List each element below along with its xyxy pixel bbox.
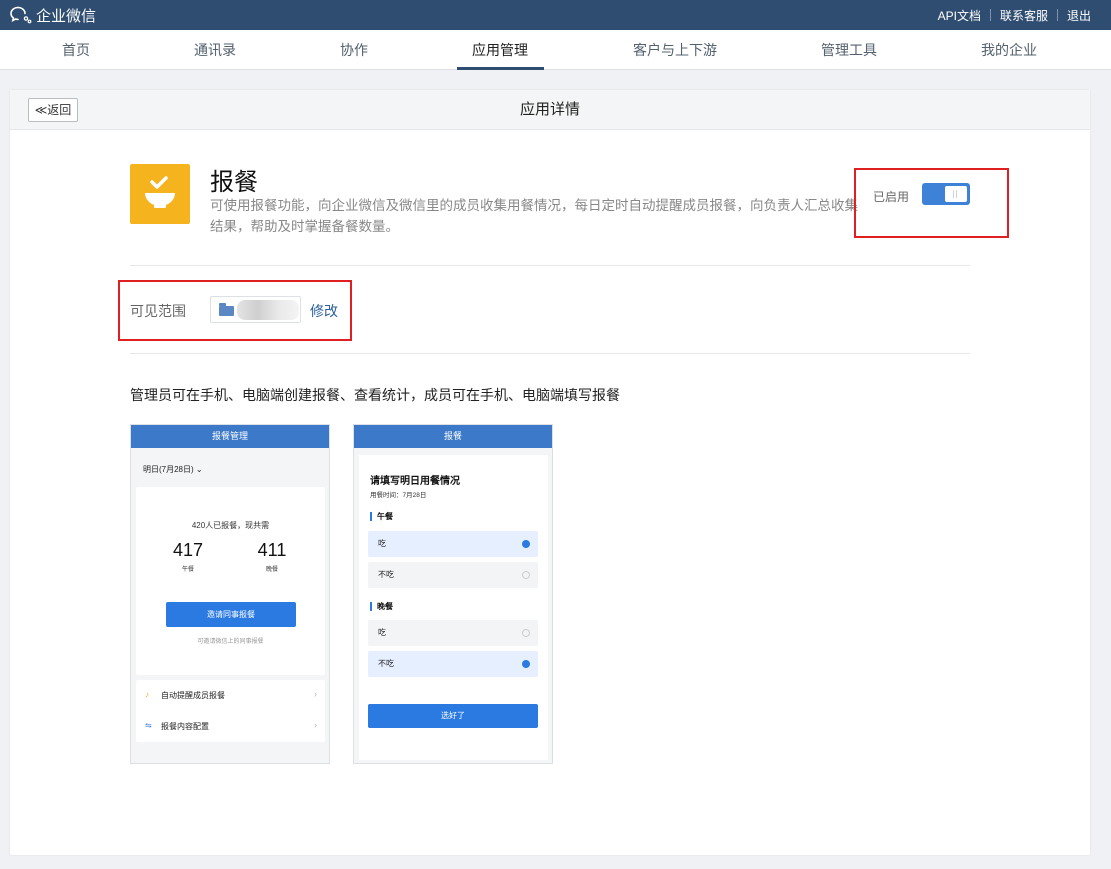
contact-support-link[interactable]: 联系客服 xyxy=(1000,7,1048,24)
preview-form-panel: 请填写明日用餐情况 用餐时间：7月28日 午餐 吃 不吃 晚餐 吃 不吃 选好了 xyxy=(359,455,548,760)
meal-bowl-icon xyxy=(130,164,190,224)
highlight-box-scope xyxy=(118,280,352,341)
chevron-right-icon: › xyxy=(314,689,317,699)
option-label: 吃 xyxy=(378,539,386,548)
sliders-icon: ⇋ xyxy=(145,721,152,730)
admin-preview: 报餐管理 明日(7月28日) ⌄ 420人已报餐，现共需 417 411 午餐 … xyxy=(130,424,330,764)
list-item: ⇋ 报餐内容配置 › xyxy=(136,711,325,742)
preview-menu: ♪ 自动提醒成员报餐 › ⇋ 报餐内容配置 › xyxy=(136,680,325,742)
feature-intro: 管理员可在手机、电脑端创建报餐、查看统计，成员可在手机、电脑端填写报餐 xyxy=(130,387,620,403)
preview-lunch-label: 午餐 xyxy=(181,567,194,573)
wecom-logo-icon xyxy=(10,6,32,24)
preview-dinner-option-not-eat: 不吃 xyxy=(368,651,538,677)
api-docs-link[interactable]: API文档 xyxy=(938,7,981,24)
bell-icon: ♪ xyxy=(145,690,149,699)
divider xyxy=(989,9,991,21)
radio-unchecked-icon xyxy=(522,571,530,579)
tab-my-enterprise[interactable]: 我的企业 xyxy=(981,30,1037,70)
back-button[interactable]: ≪返回 xyxy=(28,98,78,122)
chevron-down-icon: ⌄ xyxy=(195,465,203,474)
preview-summary: 420人已报餐，现共需 xyxy=(191,521,270,530)
top-bar: 企业微信 API文档 联系客服 退出 xyxy=(0,0,1111,30)
logo-text: 企业微信 xyxy=(36,7,97,25)
top-links: API文档 联系客服 退出 xyxy=(938,0,1091,30)
active-tab-indicator xyxy=(457,67,544,70)
preview-title-bar: 报餐 xyxy=(354,425,552,448)
tab-customers-partners[interactable]: 客户与上下游 xyxy=(633,30,717,70)
preview-summary-panel: 420人已报餐，现共需 417 411 午餐 晚餐 邀请同事报餐 可邀请微信上的… xyxy=(136,487,325,675)
app-description: 可使用报餐功能，向企业微信及微信里的成员收集用餐情况，每日定时自动提醒成员报餐，… xyxy=(210,198,858,234)
preview-form-title: 请填写明日用餐情况 xyxy=(370,476,460,487)
tab-contacts[interactable]: 通讯录 xyxy=(194,30,236,70)
page-title: 应用详情 xyxy=(519,101,580,118)
list-item-label: 报餐内容配置 xyxy=(161,722,209,731)
chevron-right-icon: › xyxy=(314,720,317,730)
main-nav: 首页 通讯录 协作 应用管理 客户与上下游 管理工具 我的企业 xyxy=(0,30,1111,70)
tab-app-management[interactable]: 应用管理 xyxy=(472,30,528,70)
radio-checked-icon xyxy=(522,660,530,668)
preview-title-bar: 报餐管理 xyxy=(131,425,329,448)
option-label: 吃 xyxy=(378,628,386,637)
card-header: 应用详情 ≪返回 xyxy=(10,90,1090,130)
preview-dinner-option-eat: 吃 xyxy=(368,620,538,646)
option-label: 不吃 xyxy=(378,659,394,668)
radio-unchecked-icon xyxy=(522,629,530,637)
radio-checked-icon xyxy=(522,540,530,548)
preview-invite-button: 邀请同事报餐 xyxy=(166,602,296,627)
logo[interactable]: 企业微信 xyxy=(10,5,96,25)
divider xyxy=(1056,9,1058,21)
preview-dinner-section: 晚餐 xyxy=(370,602,393,611)
highlight-box-toggle xyxy=(854,168,1009,238)
preview-date-selector: 明日(7月28日) ⌄ xyxy=(143,464,203,475)
member-preview: 报餐 请填写明日用餐情况 用餐时间：7月28日 午餐 吃 不吃 晚餐 吃 不吃 xyxy=(353,424,553,764)
preview-date: 明日(7月28日) xyxy=(143,465,194,474)
preview-invite-hint: 可邀请微信上的同事报餐 xyxy=(197,639,264,645)
divider xyxy=(130,265,970,266)
divider xyxy=(130,353,970,354)
tab-management-tools[interactable]: 管理工具 xyxy=(821,30,877,70)
preview-lunch-count: 417 xyxy=(172,540,204,560)
preview-dinner-label: 晚餐 xyxy=(265,567,278,573)
preview-submit-button: 选好了 xyxy=(368,704,538,728)
app-detail-card: 应用详情 ≪返回 报餐 可使用报餐功能，向企业微信及微信里的成员收集用餐情况，每… xyxy=(10,90,1090,855)
preview-lunch-option-eat: 吃 xyxy=(368,531,538,557)
preview-meal-time: 用餐时间：7月28日 xyxy=(370,492,427,499)
app-name: 报餐 xyxy=(210,169,258,196)
preview-dinner-count: 411 xyxy=(257,540,287,560)
logout-link[interactable]: 退出 xyxy=(1067,7,1091,24)
option-label: 不吃 xyxy=(378,570,394,579)
tab-collaboration[interactable]: 协作 xyxy=(340,30,368,70)
preview-lunch-section: 午餐 xyxy=(370,512,393,521)
tab-home[interactable]: 首页 xyxy=(62,30,90,70)
preview-lunch-option-not-eat: 不吃 xyxy=(368,562,538,588)
list-item: ♪ 自动提醒成员报餐 › xyxy=(136,680,325,711)
list-item-label: 自动提醒成员报餐 xyxy=(161,691,225,700)
